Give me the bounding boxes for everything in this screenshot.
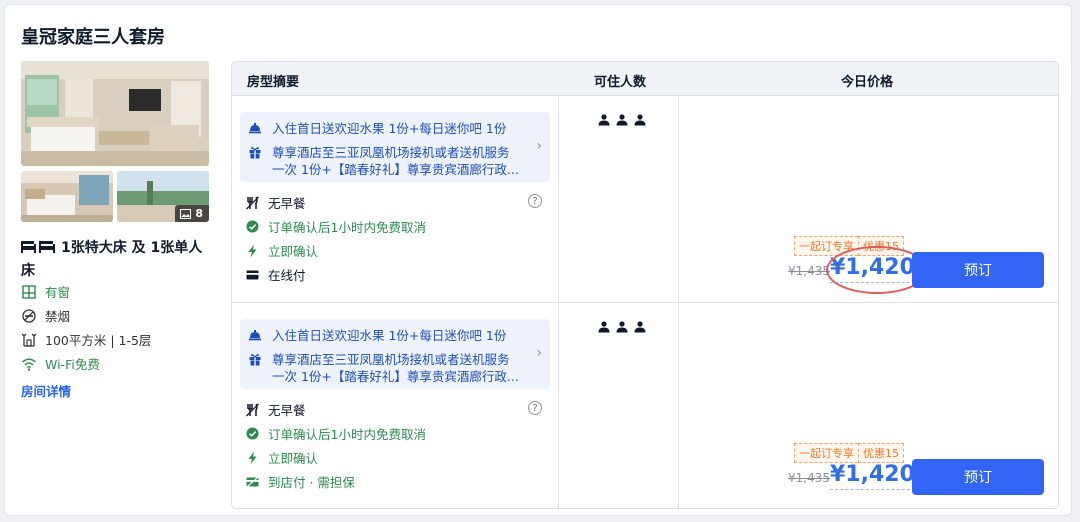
no-smoking-icon — [22, 308, 36, 323]
book-button[interactable]: 预订 — [912, 459, 1044, 495]
image-icon — [180, 208, 192, 219]
help-icon[interactable]: ? — [528, 194, 542, 208]
perk-confirm: 立即确认 — [246, 241, 318, 260]
person-icon — [634, 114, 646, 126]
room-photo-thumb[interactable]: 8 — [117, 171, 209, 222]
perk-breakfast: 无早餐 — [246, 193, 306, 212]
check-circle-icon — [246, 220, 259, 233]
table-header: 房型摘要 可住人数 今日价格 — [232, 62, 1058, 96]
perk-cancel: 订单确认后1小时内免费取消 — [246, 424, 426, 443]
pay-at-hotel-icon — [246, 476, 259, 487]
service-bell-icon — [249, 123, 261, 134]
offer-box[interactable]: 入住首日送欢迎水果 1份+每日迷你吧 1份 尊享酒店至三亚凤凰机场接机或者送机服… — [240, 112, 550, 182]
current-price: ¥1,420 — [830, 254, 915, 283]
perk-breakfast: 无早餐 — [246, 400, 306, 419]
photo-count-badge[interactable]: 8 — [175, 205, 209, 222]
room-photo-thumb[interactable] — [21, 171, 113, 222]
chevron-right-icon[interactable]: › — [536, 138, 542, 154]
photo-count: 8 — [195, 207, 203, 220]
book-button[interactable]: 预订 — [912, 252, 1044, 288]
offer-box[interactable]: 入住首日送欢迎水果 1份+每日迷你吧 1份 尊享酒店至三亚凤凰机场接机或者送机服… — [240, 319, 550, 389]
card-icon — [246, 270, 259, 279]
gift-icon — [249, 147, 261, 159]
rate-table: 房型摘要 可住人数 今日价格 入住首日送欢迎水果 1份+每日迷你吧 1份 尊享酒… — [231, 61, 1059, 509]
guest-capacity — [598, 114, 646, 126]
person-icon — [598, 114, 610, 126]
person-icon — [616, 321, 628, 333]
original-price: ¥1,435 — [788, 264, 830, 278]
person-icon — [598, 321, 610, 333]
feature-area: 100平方米 | 1-5层 — [21, 330, 151, 349]
no-breakfast-icon — [246, 196, 259, 209]
feature-smoking: 禁烟 — [21, 306, 70, 325]
original-price: ¥1,435 — [788, 471, 830, 485]
promo-badge: 一起订专享 优惠15 — [794, 443, 904, 463]
bed-icon — [21, 241, 55, 253]
gift-icon — [249, 354, 261, 366]
bed-info: 1张特大床 及 1张单人床 — [21, 237, 211, 283]
perk-payment: 在线付 — [246, 265, 306, 284]
feature-wifi: Wi-Fi免费 — [21, 354, 100, 373]
current-price: ¥1,420 — [830, 461, 915, 490]
header-guests: 可住人数 — [594, 75, 647, 90]
room-detail-link[interactable]: 房间详情 — [21, 381, 71, 400]
no-breakfast-icon — [246, 403, 259, 416]
guest-capacity — [598, 321, 646, 333]
feature-window: 有窗 — [21, 282, 70, 301]
lightning-icon — [248, 451, 257, 464]
rate-row: 入住首日送欢迎水果 1份+每日迷你吧 1份 尊享酒店至三亚凤凰机场接机或者送机服… — [232, 96, 1058, 303]
room-title: 皇冠家庭三人套房 — [21, 27, 165, 48]
header-summary: 房型摘要 — [247, 75, 300, 90]
area-icon — [21, 333, 37, 347]
help-icon[interactable]: ? — [528, 401, 542, 415]
perk-payment: 到店付 · 需担保 — [246, 472, 355, 491]
room-card: 皇冠家庭三人套房 8 1张特大床 及 1张单人床 有窗 禁烟 100平方米 | … — [4, 4, 1072, 516]
chevron-right-icon[interactable]: › — [536, 345, 542, 361]
header-price: 今日价格 — [841, 75, 894, 90]
room-photo-main[interactable] — [21, 61, 209, 166]
person-icon — [634, 321, 646, 333]
check-circle-icon — [246, 427, 259, 440]
service-bell-icon — [249, 330, 261, 341]
perk-cancel: 订单确认后1小时内免费取消 — [246, 217, 426, 236]
lightning-icon — [248, 244, 257, 257]
person-icon — [616, 114, 628, 126]
promo-badge: 一起订专享 优惠15 — [794, 236, 904, 256]
rate-row: 入住首日送欢迎水果 1份+每日迷你吧 1份 尊享酒店至三亚凤凰机场接机或者送机服… — [232, 303, 1058, 508]
window-icon — [22, 284, 36, 299]
wifi-icon — [22, 358, 36, 371]
perk-confirm: 立即确认 — [246, 448, 318, 467]
